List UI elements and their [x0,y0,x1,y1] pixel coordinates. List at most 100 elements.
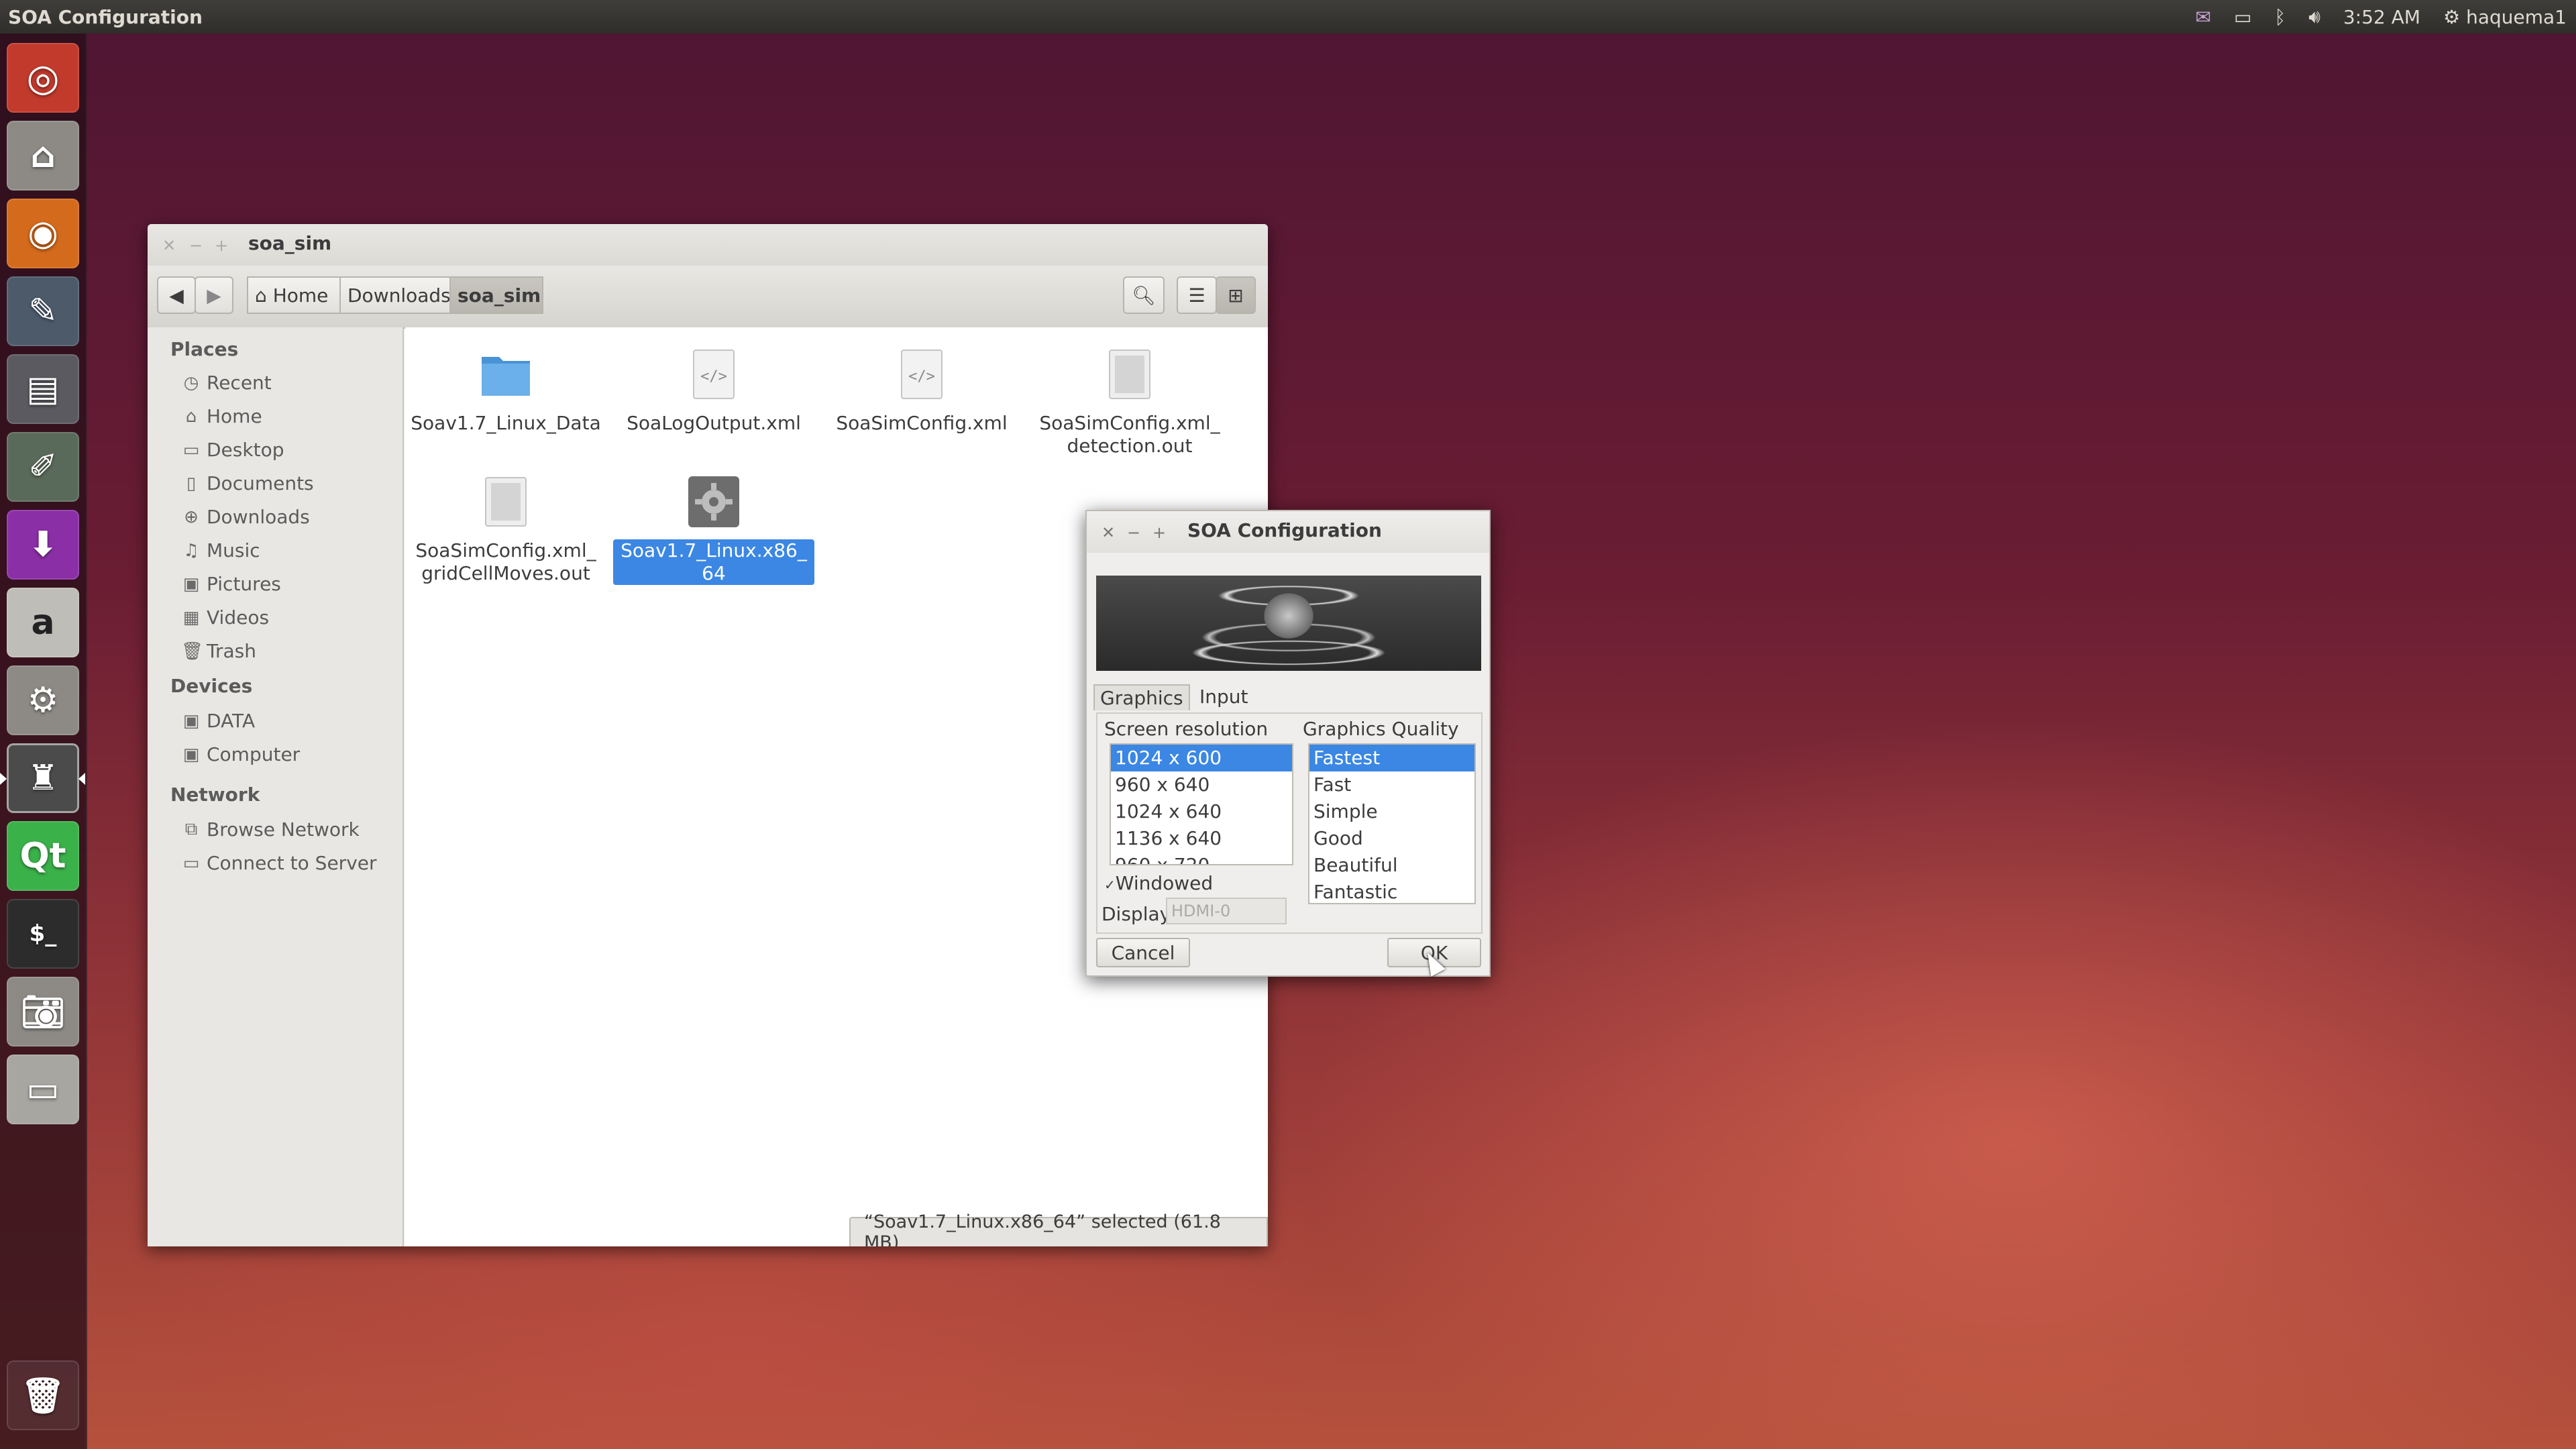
sidebar-item-recent[interactable]: ◷ Recent [181,372,272,394]
grid-view-button[interactable]: ⊞ [1216,276,1256,314]
minimize-icon[interactable]: − [189,236,203,255]
sidebar-item-desktop[interactable]: ▭ Desktop [181,439,284,461]
forward-button[interactable]: ▶ [195,276,233,314]
resolution-option[interactable]: 1024 x 640 [1111,798,1292,825]
places-header: Places [170,338,239,360]
minimize-icon[interactable]: − [1127,523,1140,542]
checkmark-icon: ✓ [1104,877,1116,893]
text-editor-icon[interactable]: ▤ [7,354,79,424]
search-button[interactable]: 🔍︎ [1123,276,1165,314]
server-icon: ▭ [182,853,200,873]
sidebar-item-label: Desktop [207,439,284,461]
resolution-list[interactable]: 1024 x 600 960 x 640 1024 x 640 1136 x 6… [1110,743,1293,865]
file-item[interactable]: </> SoaSimConfig.xml [821,347,1022,435]
cancel-button[interactable]: Cancel [1096,938,1190,967]
sidebar-item-browse-network[interactable]: ⧉ Browse Network [181,818,360,841]
close-icon[interactable]: ✕ [162,236,176,255]
xml-file-icon: </> [693,350,735,399]
drive-icon[interactable]: ▭ [7,1055,79,1124]
file-item[interactable]: </> SoaLogOutput.xml [613,347,814,435]
sidebar-item-data[interactable]: ▣ DATA [181,710,255,732]
sidebar-item-label: Documents [207,472,314,494]
bluetooth-icon[interactable]: ᛒ [2275,6,2286,28]
top-panel: SOA Configuration ✉ ▭ ᛒ 🔊︎ 3:52 AM ⚙ haq… [0,0,2576,34]
quality-option[interactable]: Simple [1309,798,1474,825]
video-icon: ▦ [182,607,200,628]
active-indicator [0,773,7,785]
files-icon[interactable]: ⌂ [7,121,79,191]
tab-input[interactable]: Input [1194,684,1254,709]
camera-icon[interactable]: 📷︎ [7,977,79,1046]
quality-option[interactable]: Fastest [1309,745,1474,771]
display-select[interactable]: HDMI-0 [1166,898,1287,924]
sidebar-item-computer[interactable]: ▣ Computer [181,743,301,765]
quality-option[interactable]: Beautiful [1309,852,1474,879]
active-window-title: SOA Configuration [8,5,203,28]
sidebar-item-label: Browse Network [207,818,360,841]
breadcrumb-home[interactable]: ⌂ Home [247,276,341,314]
file-item[interactable]: SoaSimConfig.xml_ detection.out [1029,347,1230,458]
amazon-icon[interactable]: a [7,588,79,657]
file-item-selected[interactable]: Soav1.7_Linux.x86_ 64 [613,475,814,585]
display-label: Display [1102,903,1171,925]
trash-icon[interactable]: 🗑︎ [7,1360,79,1430]
sidebar-item-downloads[interactable]: ⊕ Downloads [181,506,310,528]
text-editor-2-icon[interactable]: ✐ [7,432,79,502]
writer-icon[interactable]: ✎ [7,276,79,346]
svg-text:</>: </> [908,368,935,385]
soa-configuration-dialog: ✕ − + SOA Configuration Graphics Input S… [1085,510,1491,977]
breadcrumb-soa-sim[interactable]: soa_sim [449,276,543,314]
terminal-icon[interactable]: $_ [7,899,79,969]
list-view-button[interactable]: ☰ [1177,276,1217,314]
keyboard-icon[interactable]: ▭ [2234,6,2251,28]
sidebar-item-trash[interactable]: 🗑︎ Trash [181,640,256,662]
sidebar-item-home[interactable]: ⌂ Home [181,405,262,427]
maximize-icon[interactable]: + [1152,523,1166,542]
breadcrumb-downloads[interactable]: Downloads [339,276,451,314]
user-menu[interactable]: ⚙ haquema1 [2443,6,2567,28]
network-header: Network [170,784,260,806]
dialog-titlebar[interactable]: ✕ − + SOA Configuration [1087,511,1489,553]
sidebar-item-label: Recent [207,372,272,394]
resolution-option[interactable]: 1136 x 640 [1111,825,1292,852]
clock-icon: ◷ [183,372,199,393]
tab-graphics[interactable]: Graphics [1093,684,1190,710]
qt-creator-icon[interactable]: Qt [7,821,79,891]
resolution-option[interactable]: 960 x 640 [1111,771,1292,798]
file-item[interactable]: SoaSimConfig.xml_ gridCellMoves.out [405,475,606,585]
sidebar-item-videos[interactable]: ▦ Videos [181,606,269,629]
sidebar: Places ◷ Recent ⌂ Home ▭ Desktop ▯ Documents… [148,327,404,1246]
quality-list[interactable]: Fastest Fast Simple Good Beautiful Fanta… [1308,743,1476,904]
resolution-option[interactable]: 960 x 720 [1111,852,1292,864]
file-item[interactable]: Soav1.7_Linux_Data [405,347,606,435]
splash-banner-image [1096,576,1481,671]
firefox-icon[interactable]: ◉ [7,199,79,268]
quality-option[interactable]: Good [1309,825,1474,852]
ubuntu-dash-icon[interactable]: ◎ [7,43,79,113]
sidebar-item-documents[interactable]: ▯ Documents [181,472,314,494]
breadcrumb-label: Downloads [347,284,451,307]
sidebar-item-connect-server[interactable]: ▭ Connect to Server [181,852,377,874]
downloader-icon[interactable]: ⬇ [7,510,79,580]
desktop-icon: ▭ [182,439,200,460]
back-button[interactable]: ◀ [157,276,196,314]
settings-icon[interactable]: ⚙ [7,665,79,735]
quality-option[interactable]: Fast [1309,771,1474,798]
sidebar-item-label: Computer [207,743,301,765]
sidebar-item-music[interactable]: ♫ Music [181,539,260,561]
clock-text[interactable]: 3:52 AM [2343,6,2420,28]
resolution-option[interactable]: 1024 x 600 [1111,745,1292,771]
sidebar-item-pictures[interactable]: ▣ Pictures [181,573,281,595]
window-titlebar[interactable]: ✕ − + soa_sim [148,224,1268,266]
list-icon: ☰ [1188,284,1205,307]
screen-resolution-label: Screen resolution [1102,718,1271,740]
maximize-icon[interactable]: + [215,236,228,255]
windowed-checkbox[interactable]: ✓Windowed [1104,872,1213,894]
quality-option[interactable]: Fantastic [1309,879,1474,903]
soa-sim-icon[interactable]: ♜ [7,743,79,813]
indicator-messages-icon[interactable]: ✉ [2196,6,2211,28]
close-icon[interactable]: ✕ [1102,523,1115,542]
sidebar-item-label: Pictures [207,573,281,595]
volume-icon[interactable]: 🔊︎ [2308,5,2320,28]
launcher: ◎ ⌂ ◉ ✎ ▤ ✐ ⬇ a ⚙ ♜ Qt $_ 📷︎ ▭ 🗑︎ [0,34,87,1449]
